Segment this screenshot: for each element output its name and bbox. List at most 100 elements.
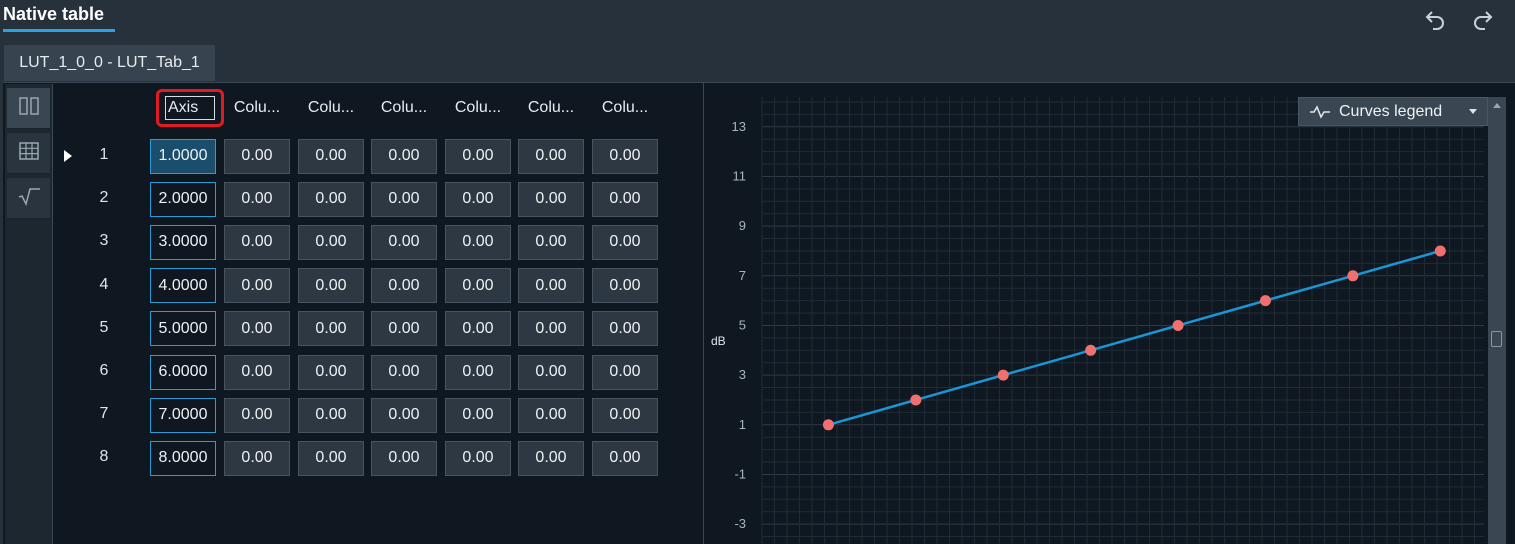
value-cell[interactable]: 0.00	[445, 138, 511, 174]
value-cell[interactable]: 0.00	[592, 224, 658, 260]
undo-icon[interactable]	[1422, 6, 1448, 32]
value-cell[interactable]: 0.00	[518, 311, 584, 347]
value-cell[interactable]: 0.00	[518, 181, 584, 217]
value-cell[interactable]: 0.00	[298, 440, 364, 476]
columns-view-icon	[18, 96, 40, 121]
row-number[interactable]: 1	[94, 146, 114, 164]
scroll-thumb[interactable]	[1491, 331, 1502, 347]
value-cell[interactable]: 0.00	[371, 181, 437, 217]
axis-cell[interactable]: 7.0000	[150, 397, 216, 433]
y-tick-label: 1	[739, 417, 746, 432]
value-cell[interactable]: 0.00	[592, 311, 658, 347]
curves-legend-dropdown[interactable]: Curves legend	[1298, 97, 1488, 126]
column-header[interactable]: Colu...	[371, 88, 437, 128]
value-cell[interactable]: 0.00	[592, 138, 658, 174]
tab-label: LUT_1_0_0 - LUT_Tab_1	[19, 54, 200, 71]
value-cell[interactable]: 0.00	[298, 311, 364, 347]
row-number[interactable]: 6	[94, 362, 114, 380]
value-cell[interactable]: 0.00	[371, 440, 437, 476]
value-cell[interactable]: 0.00	[518, 354, 584, 390]
value-cell[interactable]: 0.00	[298, 268, 364, 304]
axis-header-input[interactable]: Axis	[165, 96, 215, 120]
axis-cell[interactable]: 3.0000	[150, 224, 216, 260]
value-cell[interactable]: 0.00	[224, 181, 290, 217]
axis-cell[interactable]: 5.0000	[150, 311, 216, 347]
value-cell[interactable]: 0.00	[592, 181, 658, 217]
column-header[interactable]: Colu...	[298, 88, 364, 128]
value-cell[interactable]: 0.00	[224, 354, 290, 390]
axis-cell[interactable]: 1.0000	[150, 138, 216, 174]
data-point	[1259, 295, 1271, 307]
column-header[interactable]: Colu...	[445, 88, 511, 128]
chart-scrollbar[interactable]	[1488, 97, 1506, 544]
row-number[interactable]: 8	[94, 448, 114, 466]
value-cell[interactable]: 0.00	[298, 224, 364, 260]
tab-lut[interactable]: LUT_1_0_0 - LUT_Tab_1	[4, 45, 215, 81]
value-cell[interactable]: 0.00	[518, 224, 584, 260]
column-header[interactable]: Colu...	[592, 88, 658, 128]
value-cell[interactable]: 0.00	[224, 138, 290, 174]
table-grid-button[interactable]	[7, 133, 50, 174]
row-number[interactable]: 4	[94, 276, 114, 294]
value-cell[interactable]: 0.00	[224, 311, 290, 347]
formula-button[interactable]	[7, 178, 50, 219]
data-point	[822, 419, 834, 431]
value-cell[interactable]: 0.00	[445, 397, 511, 433]
value-cell[interactable]: 0.00	[592, 268, 658, 304]
table-panel: Axis Colu... Colu... Colu... Colu... Colu...…	[3, 82, 1515, 544]
value-cell[interactable]: 0.00	[592, 354, 658, 390]
axis-cell[interactable]: 2.0000	[150, 181, 216, 217]
y-tick-label: 13	[732, 119, 746, 134]
value-cell[interactable]: 0.00	[371, 138, 437, 174]
value-cell[interactable]: 0.00	[371, 268, 437, 304]
curve-chart: 13 11 9 7 5 3 1 -1 -3 dB	[711, 97, 1484, 544]
data-point	[910, 394, 922, 406]
value-cell[interactable]: 0.00	[518, 397, 584, 433]
value-cell[interactable]: 0.00	[371, 397, 437, 433]
scroll-up-arrow[interactable]	[1493, 103, 1501, 108]
value-cell[interactable]: 0.00	[518, 138, 584, 174]
current-row-indicator	[64, 150, 72, 162]
axis-cell[interactable]: 6.0000	[150, 354, 216, 390]
value-cell[interactable]: 0.00	[224, 440, 290, 476]
axis-cell[interactable]: 4.0000	[150, 268, 216, 304]
value-cell[interactable]: 0.00	[445, 354, 511, 390]
value-cell[interactable]: 0.00	[298, 138, 364, 174]
axis-header-focused[interactable]: Axis	[156, 89, 224, 127]
value-cell[interactable]: 0.00	[445, 224, 511, 260]
value-cell[interactable]: 0.00	[371, 311, 437, 347]
value-cell[interactable]: 0.00	[224, 268, 290, 304]
value-cell[interactable]: 0.00	[445, 181, 511, 217]
column-header[interactable]: Colu...	[224, 88, 290, 128]
value-cell[interactable]: 0.00	[445, 311, 511, 347]
value-cell[interactable]: 0.00	[298, 354, 364, 390]
value-cell[interactable]: 0.00	[518, 440, 584, 476]
row-number[interactable]: 2	[94, 189, 114, 207]
data-point	[997, 369, 1009, 381]
axis-cell[interactable]: 8.0000	[150, 440, 216, 476]
value-cell[interactable]: 0.00	[224, 397, 290, 433]
page-title: Native table	[3, 4, 105, 24]
row-number[interactable]: 3	[94, 232, 114, 250]
data-point	[1085, 344, 1097, 356]
value-cell[interactable]: 0.00	[224, 224, 290, 260]
value-cell[interactable]: 0.00	[592, 440, 658, 476]
value-cell[interactable]: 0.00	[445, 440, 511, 476]
value-cell[interactable]: 0.00	[518, 268, 584, 304]
value-cell[interactable]: 0.00	[298, 181, 364, 217]
value-cell[interactable]: 0.00	[371, 354, 437, 390]
value-cell[interactable]: 0.00	[592, 397, 658, 433]
columns-view-button[interactable]	[7, 88, 50, 129]
title-underline	[3, 29, 115, 32]
value-cell[interactable]: 0.00	[371, 224, 437, 260]
y-tick-label: 5	[739, 317, 746, 332]
column-header[interactable]: Colu...	[518, 88, 584, 128]
y-tick-label: 9	[739, 218, 746, 233]
caret-down-icon	[1469, 109, 1477, 114]
row-number[interactable]: 7	[94, 405, 114, 423]
value-cell[interactable]: 0.00	[445, 268, 511, 304]
value-cell[interactable]: 0.00	[298, 397, 364, 433]
view-sidebar	[5, 84, 53, 544]
row-number[interactable]: 5	[94, 319, 114, 337]
redo-icon[interactable]	[1470, 6, 1496, 32]
